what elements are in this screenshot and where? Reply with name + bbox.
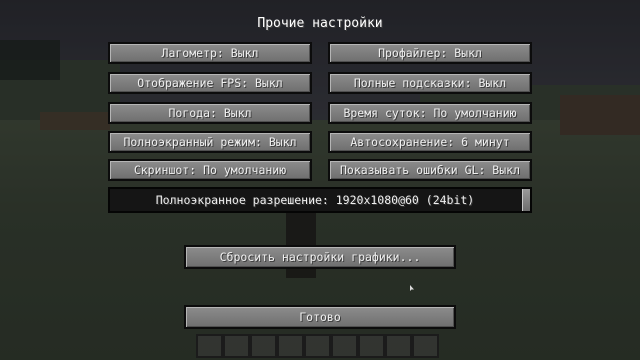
- hotbar-slot[interactable]: [304, 334, 331, 358]
- hotbar-slot[interactable]: [250, 334, 277, 358]
- hotbar: [196, 334, 444, 360]
- autosave-button[interactable]: Автосохранение: 6 минут: [328, 131, 532, 153]
- hotbar-slot[interactable]: [223, 334, 250, 358]
- mouse-cursor-icon: [410, 285, 414, 291]
- hotbar-slot[interactable]: [358, 334, 385, 358]
- show-fps-button[interactable]: Отображение FPS: Выкл: [108, 72, 312, 94]
- hotbar-slot[interactable]: [331, 334, 358, 358]
- hotbar-slot[interactable]: [277, 334, 304, 358]
- hotbar-slot[interactable]: [412, 334, 439, 358]
- show-gl-errors-button[interactable]: Показывать ошибки GL: Выкл: [328, 159, 532, 181]
- weather-button[interactable]: Погода: Выкл: [108, 102, 312, 124]
- reset-graphics-button[interactable]: Сбросить настройки графики...: [184, 245, 456, 269]
- hotbar-slot[interactable]: [385, 334, 412, 358]
- screenshot-button[interactable]: Скриншот: По умолчанию: [108, 159, 312, 181]
- page-title: Прочие настройки: [257, 16, 383, 31]
- fullscreen-mode-button[interactable]: Полноэкранный режим: Выкл: [108, 131, 312, 153]
- done-button[interactable]: Готово: [184, 305, 456, 329]
- slider-handle[interactable]: [522, 189, 530, 211]
- advanced-tooltips-button[interactable]: Полные подсказки: Выкл: [328, 72, 532, 94]
- lagometer-button[interactable]: Лагометр: Выкл: [108, 42, 312, 64]
- profiler-button[interactable]: Профайлер: Выкл: [328, 42, 532, 64]
- fullscreen-resolution-slider[interactable]: Полноэкранное разрешение: 1920x1080@60 (…: [108, 187, 532, 213]
- time-of-day-button[interactable]: Время суток: По умолчанию: [328, 102, 532, 124]
- hotbar-slot[interactable]: [196, 334, 223, 358]
- slider-label: Полноэкранное разрешение: 1920x1080@60 (…: [155, 193, 475, 207]
